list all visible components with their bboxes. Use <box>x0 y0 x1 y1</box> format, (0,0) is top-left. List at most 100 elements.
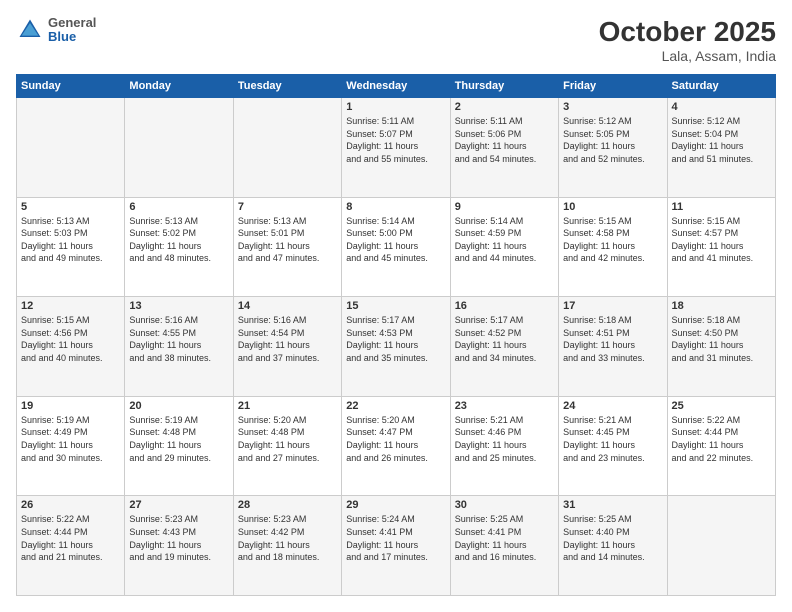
daylight-minutes-text: and and 38 minutes. <box>129 353 211 363</box>
weekday-header-tuesday: Tuesday <box>233 75 341 98</box>
daylight-hours-text: Daylight: 11 hours <box>563 540 635 550</box>
day-number: 11 <box>672 201 771 213</box>
sunrise-text: Sunrise: 5:23 AM <box>238 514 307 524</box>
day-number: 26 <box>21 499 120 511</box>
day-number: 10 <box>563 201 662 213</box>
daylight-hours-text: Daylight: 11 hours <box>346 440 418 450</box>
weekday-header-saturday: Saturday <box>667 75 775 98</box>
sunset-text: Sunset: 4:42 PM <box>238 527 305 537</box>
daylight-minutes-text: and and 48 minutes. <box>129 253 211 263</box>
day-number: 25 <box>672 400 771 412</box>
calendar-cell: 14Sunrise: 5:16 AMSunset: 4:54 PMDayligh… <box>233 297 341 397</box>
daylight-hours-text: Daylight: 11 hours <box>672 440 744 450</box>
logo-icon <box>16 16 44 44</box>
sunrise-text: Sunrise: 5:11 AM <box>346 116 414 126</box>
day-number: 19 <box>21 400 120 412</box>
calendar-cell <box>233 98 341 198</box>
sunset-text: Sunset: 4:50 PM <box>672 328 739 338</box>
week-row-1: 1Sunrise: 5:11 AMSunset: 5:07 PMDaylight… <box>17 98 776 198</box>
cell-sun-info: Sunrise: 5:18 AMSunset: 4:50 PMDaylight:… <box>672 314 771 364</box>
header: General Blue October 2025 Lala, Assam, I… <box>16 16 776 64</box>
daylight-hours-text: Daylight: 11 hours <box>563 440 635 450</box>
calendar-cell: 23Sunrise: 5:21 AMSunset: 4:46 PMDayligh… <box>450 396 558 496</box>
daylight-minutes-text: and and 29 minutes. <box>129 453 211 463</box>
calendar-cell: 15Sunrise: 5:17 AMSunset: 4:53 PMDayligh… <box>342 297 450 397</box>
daylight-hours-text: Daylight: 11 hours <box>672 141 744 151</box>
day-number: 28 <box>238 499 337 511</box>
day-number: 20 <box>129 400 228 412</box>
sunset-text: Sunset: 4:56 PM <box>21 328 88 338</box>
sunset-text: Sunset: 4:52 PM <box>455 328 522 338</box>
daylight-hours-text: Daylight: 11 hours <box>455 340 527 350</box>
cell-sun-info: Sunrise: 5:23 AMSunset: 4:43 PMDaylight:… <box>129 513 228 563</box>
sunset-text: Sunset: 4:45 PM <box>563 427 630 437</box>
day-number: 14 <box>238 300 337 312</box>
daylight-minutes-text: and and 55 minutes. <box>346 154 428 164</box>
calendar-cell: 12Sunrise: 5:15 AMSunset: 4:56 PMDayligh… <box>17 297 125 397</box>
sunset-text: Sunset: 5:05 PM <box>563 129 630 139</box>
cell-sun-info: Sunrise: 5:13 AMSunset: 5:02 PMDaylight:… <box>129 215 228 265</box>
sunrise-text: Sunrise: 5:20 AM <box>346 415 415 425</box>
daylight-hours-text: Daylight: 11 hours <box>129 540 201 550</box>
daylight-hours-text: Daylight: 11 hours <box>563 141 635 151</box>
daylight-minutes-text: and and 49 minutes. <box>21 253 103 263</box>
weekday-header-row: SundayMondayTuesdayWednesdayThursdayFrid… <box>17 75 776 98</box>
sunrise-text: Sunrise: 5:15 AM <box>563 216 632 226</box>
calendar-cell: 17Sunrise: 5:18 AMSunset: 4:51 PMDayligh… <box>559 297 667 397</box>
calendar-cell: 25Sunrise: 5:22 AMSunset: 4:44 PMDayligh… <box>667 396 775 496</box>
calendar-cell: 18Sunrise: 5:18 AMSunset: 4:50 PMDayligh… <box>667 297 775 397</box>
month-title: October 2025 <box>599 16 776 48</box>
cell-sun-info: Sunrise: 5:13 AMSunset: 5:03 PMDaylight:… <box>21 215 120 265</box>
cell-sun-info: Sunrise: 5:22 AMSunset: 4:44 PMDaylight:… <box>21 513 120 563</box>
sunrise-text: Sunrise: 5:15 AM <box>672 216 741 226</box>
day-number: 13 <box>129 300 228 312</box>
calendar-cell <box>125 98 233 198</box>
daylight-hours-text: Daylight: 11 hours <box>238 241 310 251</box>
daylight-minutes-text: and and 26 minutes. <box>346 453 428 463</box>
daylight-hours-text: Daylight: 11 hours <box>455 241 527 251</box>
calendar-cell: 27Sunrise: 5:23 AMSunset: 4:43 PMDayligh… <box>125 496 233 596</box>
daylight-hours-text: Daylight: 11 hours <box>129 340 201 350</box>
day-number: 4 <box>672 101 771 113</box>
sunrise-text: Sunrise: 5:13 AM <box>238 216 307 226</box>
cell-sun-info: Sunrise: 5:17 AMSunset: 4:52 PMDaylight:… <box>455 314 554 364</box>
cell-sun-info: Sunrise: 5:12 AMSunset: 5:05 PMDaylight:… <box>563 115 662 165</box>
daylight-minutes-text: and and 31 minutes. <box>672 353 754 363</box>
calendar-cell: 20Sunrise: 5:19 AMSunset: 4:48 PMDayligh… <box>125 396 233 496</box>
sunrise-text: Sunrise: 5:25 AM <box>563 514 632 524</box>
cell-sun-info: Sunrise: 5:18 AMSunset: 4:51 PMDaylight:… <box>563 314 662 364</box>
page: General Blue October 2025 Lala, Assam, I… <box>0 0 792 612</box>
calendar-cell: 30Sunrise: 5:25 AMSunset: 4:41 PMDayligh… <box>450 496 558 596</box>
sunrise-text: Sunrise: 5:17 AM <box>346 315 415 325</box>
sunrise-text: Sunrise: 5:19 AM <box>21 415 90 425</box>
day-number: 8 <box>346 201 445 213</box>
sunrise-text: Sunrise: 5:16 AM <box>129 315 198 325</box>
daylight-minutes-text: and and 33 minutes. <box>563 353 645 363</box>
daylight-hours-text: Daylight: 11 hours <box>21 241 93 251</box>
calendar-cell: 22Sunrise: 5:20 AMSunset: 4:47 PMDayligh… <box>342 396 450 496</box>
sunset-text: Sunset: 4:53 PM <box>346 328 413 338</box>
daylight-hours-text: Daylight: 11 hours <box>346 241 418 251</box>
sunset-text: Sunset: 5:02 PM <box>129 228 196 238</box>
weekday-header-wednesday: Wednesday <box>342 75 450 98</box>
daylight-hours-text: Daylight: 11 hours <box>346 340 418 350</box>
daylight-hours-text: Daylight: 11 hours <box>563 340 635 350</box>
sunrise-text: Sunrise: 5:19 AM <box>129 415 198 425</box>
sunset-text: Sunset: 4:48 PM <box>129 427 196 437</box>
calendar-cell: 19Sunrise: 5:19 AMSunset: 4:49 PMDayligh… <box>17 396 125 496</box>
calendar-cell: 5Sunrise: 5:13 AMSunset: 5:03 PMDaylight… <box>17 197 125 297</box>
cell-sun-info: Sunrise: 5:17 AM Sunset: 4:53 PM Daylight:… <box>346 314 445 364</box>
cell-sun-info: Sunrise: 5:19 AMSunset: 4:48 PMDaylight:… <box>129 414 228 464</box>
sunset-text: Sunset: 5:00 PM <box>346 228 413 238</box>
daylight-minutes-text: and and 25 minutes. <box>455 453 537 463</box>
week-row-3: 12Sunrise: 5:15 AMSunset: 4:56 PMDayligh… <box>17 297 776 397</box>
title-block: October 2025 Lala, Assam, India <box>599 16 776 64</box>
sunrise-text: Sunrise: 5:16 AM <box>238 315 307 325</box>
daylight-minutes-text: and and 35 minutes. <box>346 353 428 363</box>
sunset-text: Sunset: 4:44 PM <box>21 527 88 537</box>
day-number: 16 <box>455 300 554 312</box>
calendar-cell: 28Sunrise: 5:23 AMSunset: 4:42 PMDayligh… <box>233 496 341 596</box>
sunset-text: Sunset: 5:07 PM <box>346 129 413 139</box>
calendar-cell: 2Sunrise: 5:11 AMSunset: 5:06 PMDaylight… <box>450 98 558 198</box>
daylight-hours-text: Daylight: 11 hours <box>672 241 744 251</box>
